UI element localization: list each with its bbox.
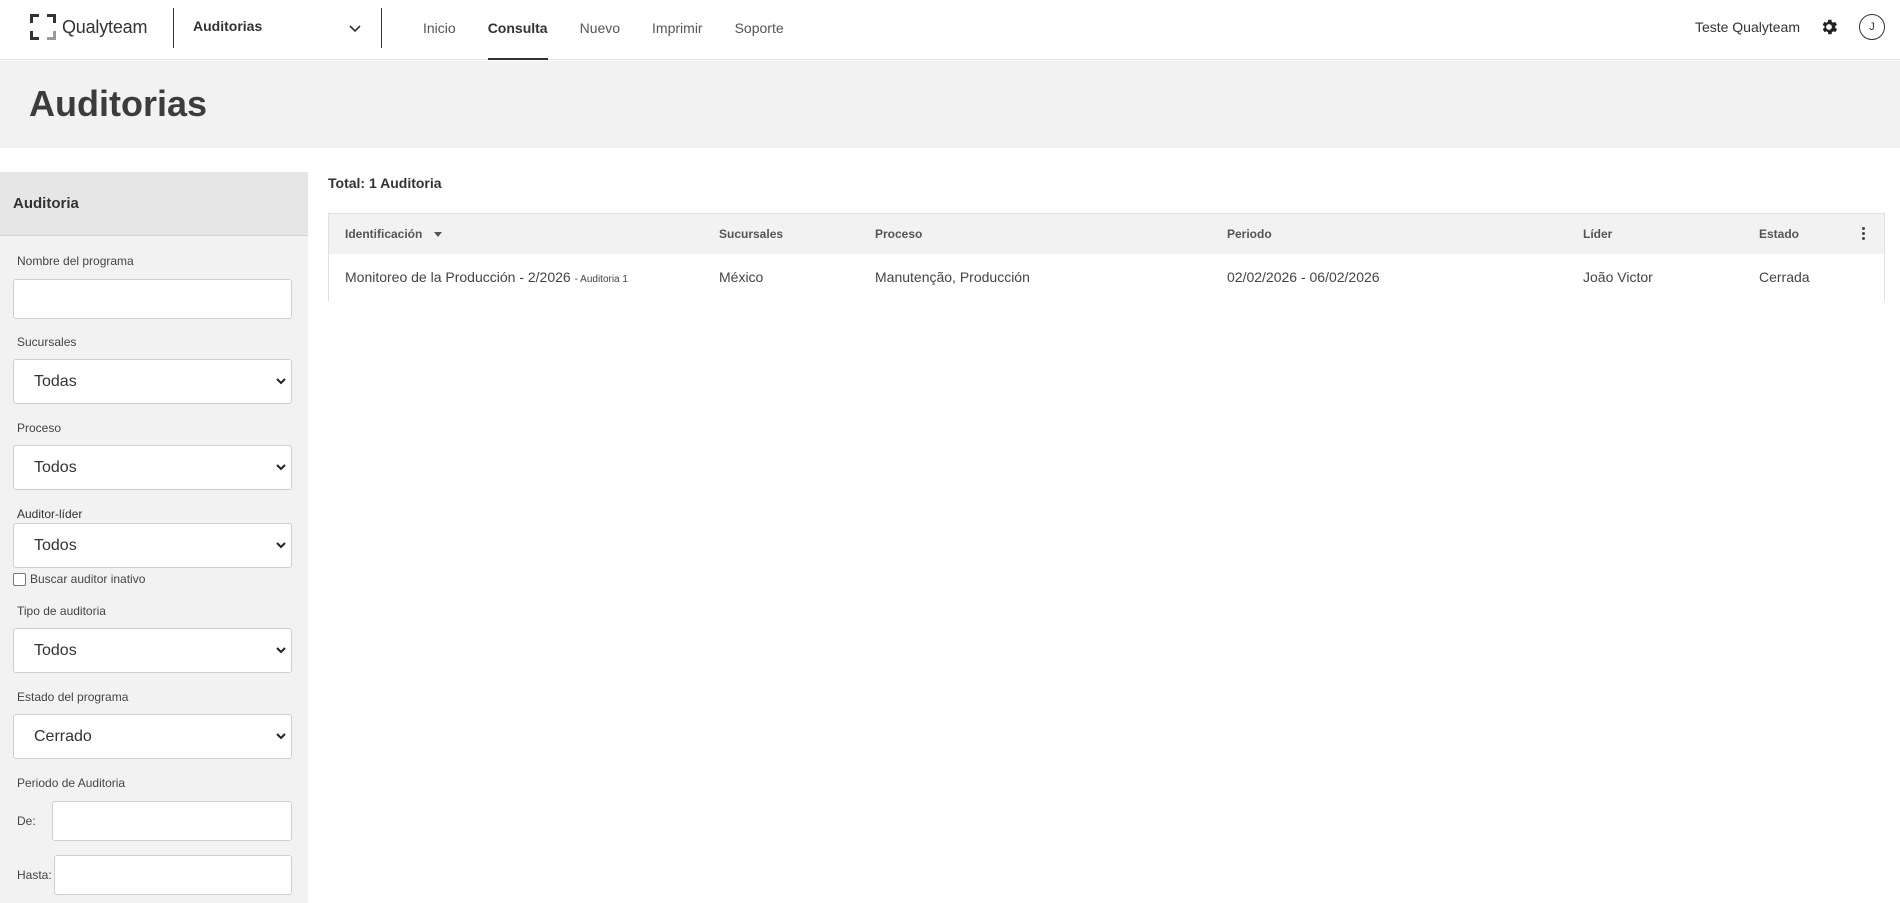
from-date-label: De: xyxy=(17,814,36,828)
chevron-down-icon xyxy=(349,25,361,33)
branches-select-value: Todas xyxy=(34,373,77,390)
inactive-auditor-option[interactable]: Buscar auditor inativo xyxy=(13,572,145,586)
logo-mark-icon xyxy=(30,14,56,40)
nav-imprimir[interactable]: Imprimir xyxy=(652,0,703,60)
nav-consulta[interactable]: Consulta xyxy=(487,0,548,60)
from-date-input[interactable] xyxy=(52,801,292,841)
audit-period-label: Periodo de Auditoria xyxy=(17,776,126,790)
cell-leader: João Victor xyxy=(1583,269,1653,285)
to-date-input[interactable] xyxy=(54,855,292,895)
cell-branches: México xyxy=(719,269,764,285)
nav-inicio[interactable]: Inicio xyxy=(423,0,456,60)
nav-soporte[interactable]: Soporte xyxy=(735,0,784,60)
process-label: Proceso xyxy=(17,421,62,435)
audit-results-table: Identificación Sucursales Proceso Period… xyxy=(328,213,1885,301)
inactive-auditor-checkbox[interactable] xyxy=(13,572,26,586)
inactive-auditor-label: Buscar auditor inativo xyxy=(30,572,146,586)
program-name-label: Nombre del programa xyxy=(17,254,134,268)
chevron-down-icon xyxy=(276,542,286,549)
divider xyxy=(381,8,382,48)
column-header-identification[interactable]: Identificación xyxy=(345,214,442,254)
table-row[interactable]: Monitoreo de la Producción - 2/2026 - Au… xyxy=(329,254,1884,301)
avatar[interactable]: J xyxy=(1859,14,1885,40)
main-nav: Inicio Consulta Nuevo Imprimir Soporte xyxy=(423,0,816,60)
audit-type-label: Tipo de auditoria xyxy=(17,604,106,618)
logo-text: Qualyteam xyxy=(62,16,148,37)
top-navigation-bar: Qualyteam Auditorias Inicio Consulta Nue… xyxy=(0,0,1900,60)
column-header-status[interactable]: Estado xyxy=(1759,214,1799,254)
filter-sidebar: Auditoria Nombre del programa Sucursales… xyxy=(0,172,308,903)
audit-type-select[interactable]: Todos xyxy=(13,628,292,673)
column-header-period[interactable]: Periodo xyxy=(1227,214,1272,254)
audit-identification: Monitoreo de la Producción - 2/2026 xyxy=(345,269,571,285)
lead-auditor-select-value: Todos xyxy=(34,537,77,554)
module-selector-label: Auditorias xyxy=(193,18,263,34)
results-total: Total: 1 Auditoria xyxy=(328,175,442,191)
column-header-process[interactable]: Proceso xyxy=(875,214,922,254)
chevron-down-icon xyxy=(276,378,286,385)
user-name[interactable]: Teste Qualyteam xyxy=(1695,19,1800,35)
program-status-select[interactable]: Cerrado xyxy=(13,714,292,759)
audit-sub-identification: - Auditoria 1 xyxy=(574,274,628,285)
page-header: Auditorias xyxy=(0,61,1900,148)
program-status-label: Estado del programa xyxy=(17,690,129,704)
chevron-down-icon xyxy=(276,647,286,654)
branches-label: Sucursales xyxy=(17,335,77,349)
nav-nuevo[interactable]: Nuevo xyxy=(580,0,620,60)
table-header: Identificación Sucursales Proceso Period… xyxy=(329,214,1884,254)
branches-select[interactable]: Todas xyxy=(13,359,292,404)
to-date-label: Hasta: xyxy=(17,868,52,882)
cell-process: Manutenção, Producción xyxy=(875,269,1030,285)
page-title: Auditorias xyxy=(29,83,208,124)
divider xyxy=(173,8,174,48)
lead-auditor-select[interactable]: Todos xyxy=(13,523,292,568)
sidebar-title: Auditoria xyxy=(0,172,308,236)
process-select[interactable]: Todos xyxy=(13,445,292,490)
program-name-input[interactable] xyxy=(13,279,292,319)
process-select-value: Todos xyxy=(34,459,77,476)
chevron-down-icon xyxy=(276,733,286,740)
column-header-leader[interactable]: Líder xyxy=(1583,214,1612,254)
qualyteam-logo[interactable]: Qualyteam xyxy=(30,13,147,41)
gear-icon[interactable] xyxy=(1819,17,1839,37)
audit-type-select-value: Todos xyxy=(34,642,77,659)
lead-auditor-label: Auditor-líder xyxy=(17,507,83,521)
column-header-label: Identificación xyxy=(345,227,423,241)
cell-identification: Monitoreo de la Producción - 2/2026 - Au… xyxy=(345,254,628,303)
chevron-down-icon xyxy=(276,464,286,471)
column-header-branches[interactable]: Sucursales xyxy=(719,214,783,254)
program-status-select-value: Cerrado xyxy=(34,728,92,745)
cell-period: 02/02/2026 - 06/02/2026 xyxy=(1227,269,1380,285)
module-selector[interactable]: Auditorias xyxy=(193,18,363,40)
sort-desc-icon xyxy=(433,232,442,238)
column-options-icon[interactable] xyxy=(1862,227,1866,241)
cell-status: Cerrada xyxy=(1759,269,1810,285)
